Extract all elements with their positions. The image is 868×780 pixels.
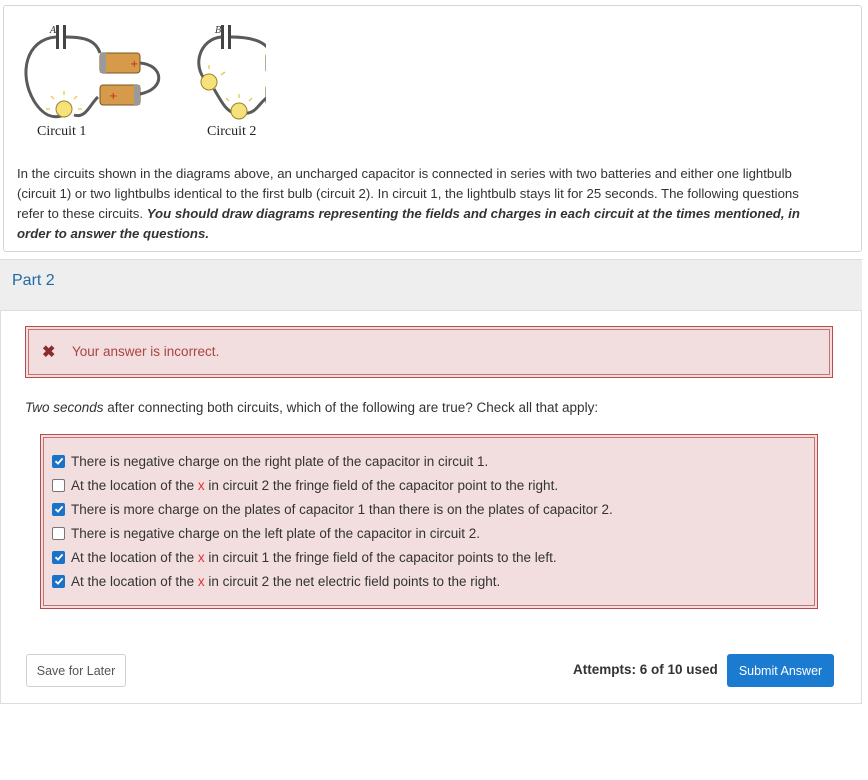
checkbox-checked-icon[interactable]	[52, 454, 65, 468]
option-5[interactable]: At the location of the x in circuit 1 th…	[52, 547, 557, 567]
question-italic: Two seconds	[25, 400, 104, 415]
alert-text: Your answer is incorrect.	[72, 344, 220, 359]
option-text: There is more charge on the plates of ca…	[71, 501, 613, 517]
caption-circuit-2: Circuit 2	[207, 124, 257, 139]
attempts-counter: Attempts: 6 of 10 used	[573, 662, 718, 677]
option-2[interactable]: At the location of the x in circuit 2 th…	[52, 475, 558, 495]
incorrect-alert: ✖ Your answer is incorrect.	[25, 326, 833, 378]
circuit-1-diagram: + +	[24, 25, 161, 119]
x-marker: x	[197, 573, 205, 589]
option-6[interactable]: At the location of the x in circuit 2 th…	[52, 571, 500, 591]
option-text-rest: in circuit 1 the fringe field of the cap…	[208, 549, 557, 565]
option-text: At the location of the	[71, 549, 195, 565]
checkbox-checked-icon[interactable]	[52, 574, 65, 588]
option-text: There is negative charge on the right pl…	[71, 453, 489, 469]
question-rest: after connecting both circuits, which of…	[103, 400, 599, 415]
option-text: At the location of the	[71, 477, 195, 493]
option-3[interactable]: There is more charge on the plates of ca…	[52, 499, 613, 519]
x-marker: x	[197, 549, 205, 565]
part-title[interactable]: Part 2	[12, 272, 55, 290]
option-1[interactable]: There is negative charge on the right pl…	[52, 451, 488, 471]
circuit-2-diagram	[197, 25, 266, 120]
x-icon: ✖	[42, 344, 56, 361]
intro-paragraph: In the circuits shown in the diagrams ab…	[17, 164, 817, 244]
option-text: There is negative charge on the left pla…	[71, 525, 480, 541]
option-text-rest: in circuit 2 the net electric field poin…	[208, 573, 501, 589]
submit-answer-button[interactable]: Submit Answer	[727, 654, 834, 687]
checkbox-unchecked-icon[interactable]	[52, 478, 65, 492]
checkbox-checked-icon[interactable]	[52, 550, 65, 564]
svg-text:+: +	[109, 91, 117, 102]
checkbox-unchecked-icon[interactable]	[52, 526, 65, 540]
caption-circuit-1: Circuit 1	[37, 124, 87, 139]
svg-text:+: +	[130, 59, 138, 70]
save-for-later-button[interactable]: Save for Later	[26, 654, 126, 687]
label-b: B	[214, 26, 222, 36]
option-text: At the location of the	[71, 573, 195, 589]
option-text-rest: in circuit 2 the fringe field of the cap…	[208, 477, 559, 493]
question-text: Two seconds after connecting both circui…	[25, 400, 598, 415]
part-header: Part 2	[0, 259, 862, 311]
x-marker: x	[197, 477, 205, 493]
label-a: A	[49, 26, 57, 36]
checkbox-checked-icon[interactable]	[52, 502, 65, 516]
option-4[interactable]: There is negative charge on the left pla…	[52, 523, 480, 543]
intro-card: + + A B Circuit 1 Circuit 2 In the circu…	[3, 5, 862, 252]
options-box: There is negative charge on the right pl…	[40, 434, 818, 609]
